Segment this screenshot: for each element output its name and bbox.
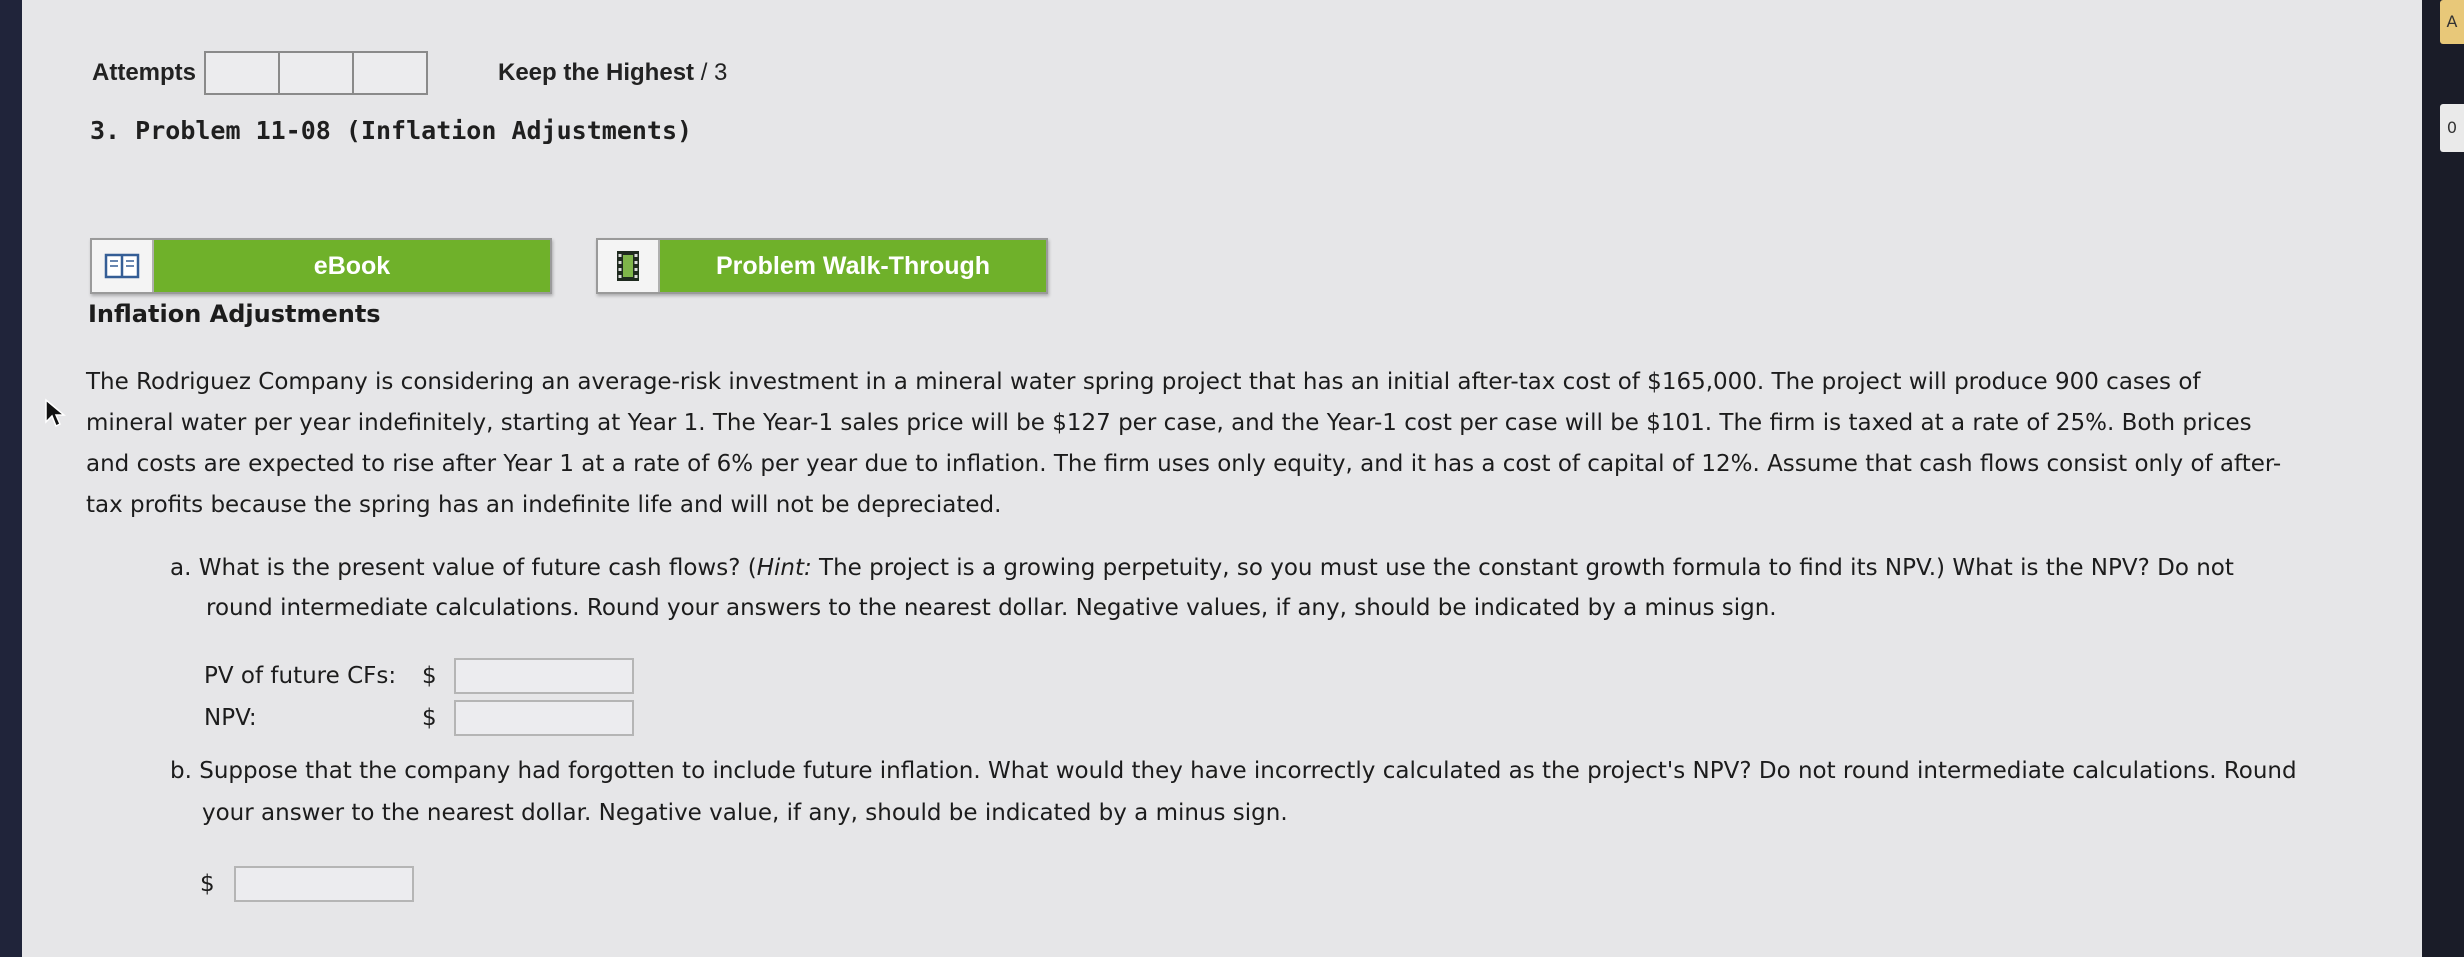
question-a-line-1: a. What is the present value of future c… [170,548,2420,588]
npv-label: NPV: [204,705,257,731]
hint-label: Hint: [756,555,812,581]
attempt-box-2 [278,51,355,95]
problem-walkthrough-button[interactable]: Problem Walk-Through [596,238,1048,294]
problem-title: 3. Problem 11-08 (Inflation Adjustments) [90,116,692,145]
keep-highest-label: Keep the Highest / 3 [498,52,727,94]
gutter-chip-a[interactable]: A [2440,0,2464,44]
question-b-line-2: your answer to the nearest dollar. Negat… [202,800,1288,826]
book-icon [92,240,154,292]
pv-label: PV of future CFs: [204,663,397,689]
statement-line: and costs are expected to rise after Yea… [86,451,2282,477]
statement-line: mineral water per year indefinitely, sta… [86,410,2252,436]
screen-left-edge [0,0,22,957]
problem-name: Problem 11-08 (Inflation Adjustments) [135,116,693,145]
attempts-label: Attempts [92,59,197,86]
question-b: b. Suppose that the company had forgotte… [170,750,2297,834]
question-a: a. What is the present value of future c… [170,548,2420,628]
question-a-line-2: round intermediate calculations. Round y… [206,595,1777,621]
attempts-row: Attempts [92,51,429,95]
keep-highest-text: Keep the Highest [498,59,695,86]
attempts-total: / 3 [694,59,728,86]
section-heading: Inflation Adjustments [88,300,381,328]
question-a-prefix: a. What is the present value of future c… [170,555,757,581]
statement-line: tax profits because the spring has an in… [86,492,1002,518]
gutter-chip-0[interactable]: 0 [2440,104,2464,152]
mouse-cursor-icon [44,398,67,432]
question-a-suffix: The project is a growing perpetuity, so … [811,555,2234,581]
question-b-line-1: b. Suppose that the company had forgotte… [170,758,2297,784]
film-icon [598,240,660,292]
pv-field-row: PV of future CFs: $ [204,656,634,696]
problem-number: 3. [90,116,121,145]
attempt-box-3 [352,51,429,95]
answer-b-currency: $ [200,871,215,897]
walkthrough-label: Problem Walk-Through [660,240,1046,292]
ebook-button[interactable]: eBook [90,238,552,294]
npv-currency: $ [422,705,437,731]
statement-line: The Rodriguez Company is considering an … [86,369,2201,395]
answer-b-input[interactable] [234,866,414,902]
problem-statement: The Rodriguez Company is considering an … [86,362,2406,526]
pv-currency: $ [422,663,437,689]
ebook-label: eBook [154,240,550,292]
npv-field-row: NPV: $ [204,698,634,738]
attempt-box-1 [204,51,281,95]
pv-input[interactable] [454,658,634,694]
npv-input[interactable] [454,700,634,736]
answer-b-row: $ [200,864,414,904]
